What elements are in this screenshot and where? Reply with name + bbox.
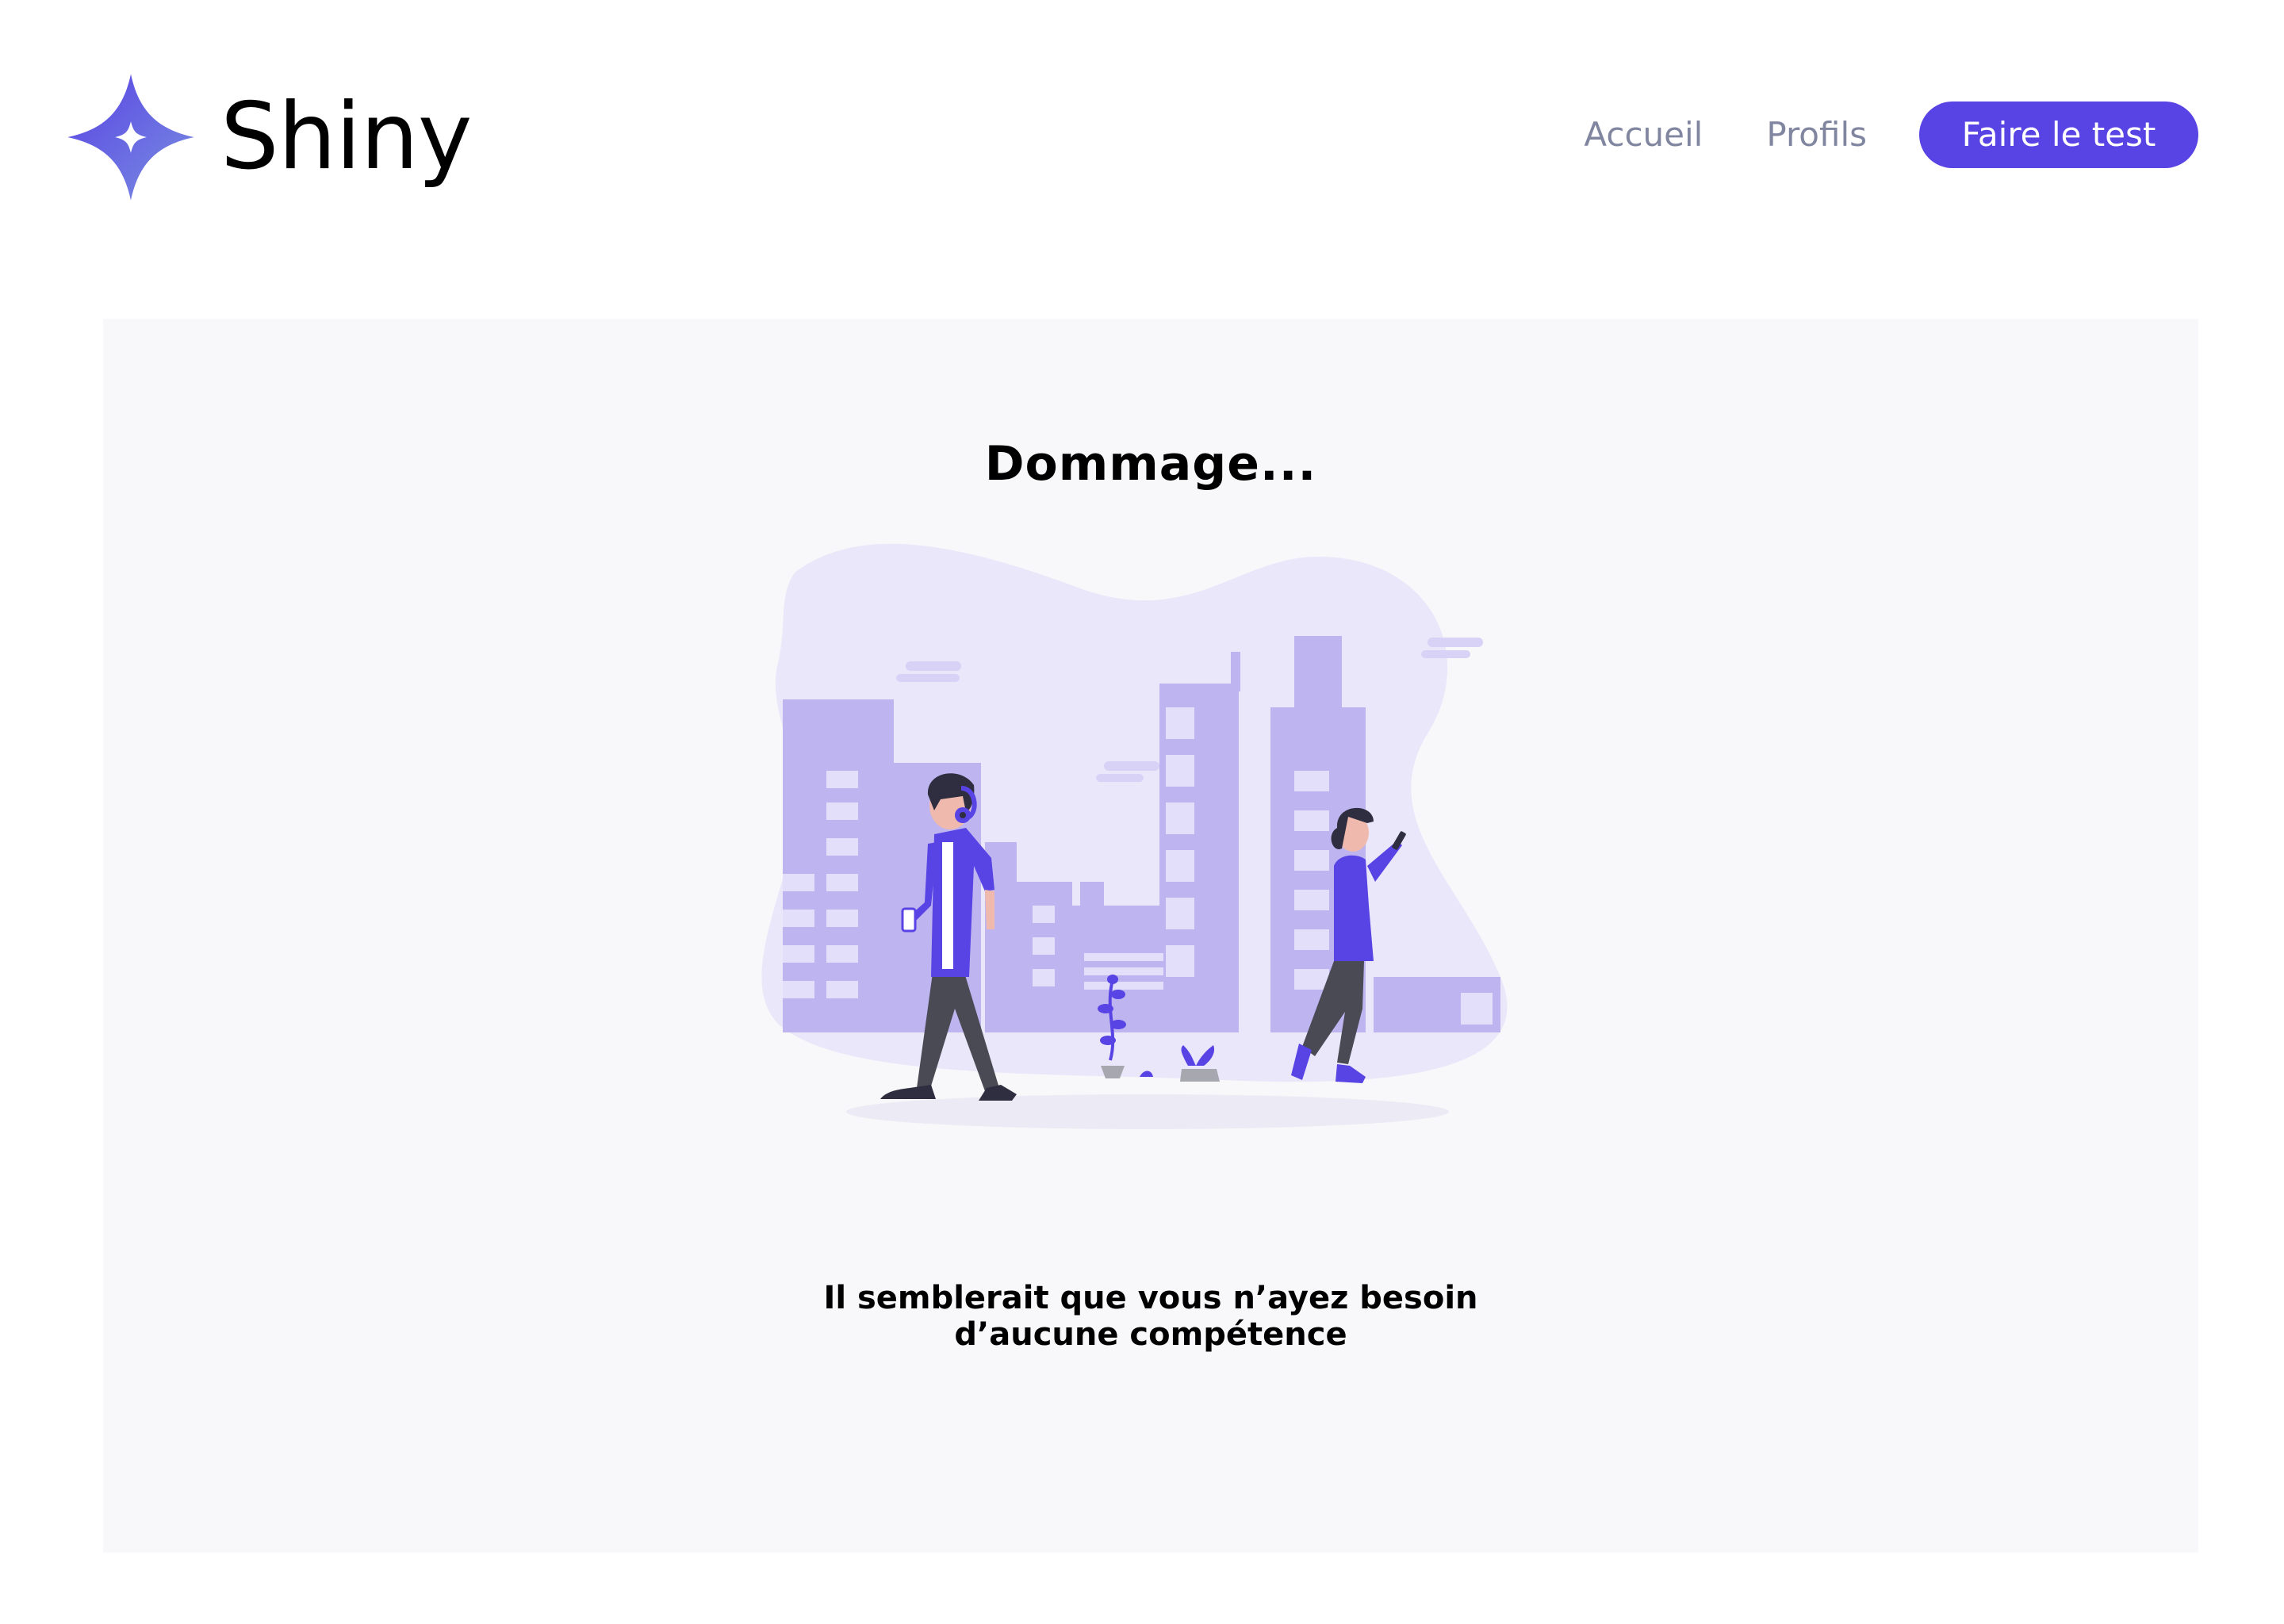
results-panel: Dommage... Il semblerait que vous n’ayez… <box>103 319 2198 1553</box>
main-nav: Accueil Profils Faire le test <box>1584 102 2198 168</box>
people-walking-city-illustration <box>761 543 1508 1129</box>
header: Shiny Accueil Profils Faire le test <box>0 0 2284 270</box>
logo-link[interactable]: Shiny <box>65 71 473 203</box>
nav-link-profils[interactable]: Profils <box>1766 102 1867 168</box>
take-test-button[interactable]: Faire le test <box>1919 102 2198 168</box>
app-name: Shiny <box>220 83 473 190</box>
result-message-line-1: Il semblerait que vous n’ayez besoin <box>823 1280 1478 1316</box>
nav-link-accueil[interactable]: Accueil <box>1584 102 1703 168</box>
page-title: Dommage... <box>984 436 1317 492</box>
result-message-line-2: d’aucune compétence <box>954 1316 1347 1353</box>
result-message: Il semblerait que vous n’ayez besoin d’a… <box>103 1280 2198 1353</box>
four-point-star-icon <box>67 74 194 201</box>
